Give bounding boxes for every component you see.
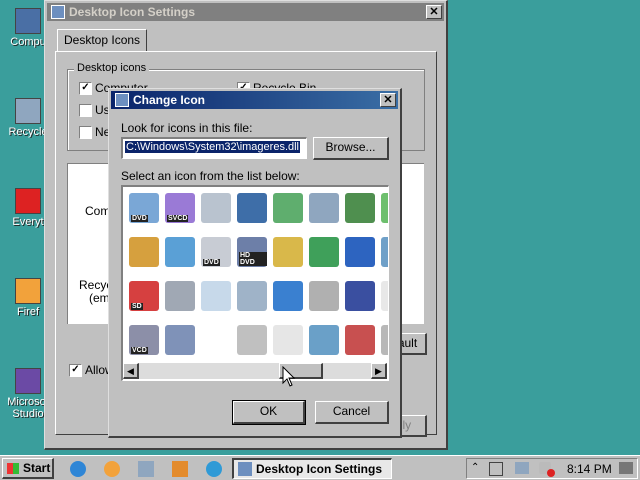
svcd-icon[interactable]: SVCD: [165, 193, 195, 223]
screen-check-icon[interactable]: [345, 193, 375, 223]
checkbox-user[interactable]: [79, 104, 92, 117]
chevron-up-icon[interactable]: ⌃: [471, 462, 479, 473]
icon-grid: DVD SVCD DVD HD DVD SD VCD: [123, 187, 388, 363]
checkbox-allow-themes[interactable]: ✓: [69, 364, 82, 377]
clock[interactable]: 8:14 PM: [567, 462, 612, 476]
look-for-icons-label: Look for icons in this file:: [121, 121, 253, 135]
file-path-selected-text: C:\Windows\System32\imageres.dll: [125, 141, 301, 153]
volume-muted-icon[interactable]: [539, 462, 555, 477]
cloud-icon[interactable]: [201, 281, 231, 311]
show-desktop-icon[interactable]: [619, 462, 633, 474]
window-title-bar[interactable]: Desktop Icon Settings ✕: [47, 3, 444, 21]
checkbox-computer[interactable]: ✓: [79, 82, 92, 95]
sync-globe-icon[interactable]: [309, 237, 339, 267]
group-label: Desktop icons: [74, 62, 150, 74]
sd-card-icon[interactable]: SD: [129, 281, 159, 311]
visual-studio-icon: [15, 368, 41, 394]
cancel-button[interactable]: Cancel: [315, 401, 389, 424]
scroll-right-button[interactable]: ▶: [371, 363, 387, 379]
icon-tag: VCD: [131, 347, 148, 354]
check-icon[interactable]: [381, 193, 388, 223]
network-icon[interactable]: [138, 461, 154, 477]
icon-tag: SD: [131, 303, 143, 310]
network-icon[interactable]: [381, 237, 388, 267]
icon-tag: HD DVD: [239, 252, 267, 266]
plus-icon[interactable]: [381, 281, 388, 311]
dvd-player-icon[interactable]: [165, 325, 195, 355]
network-tray-icon[interactable]: [515, 462, 529, 474]
flag-icon[interactable]: [489, 462, 503, 476]
recycle-bin-icon: [15, 98, 41, 124]
cd-icon[interactable]: [237, 325, 267, 355]
document-icon[interactable]: [273, 325, 303, 355]
windows-flag-icon[interactable]: [345, 237, 375, 267]
computer-icon: [15, 8, 41, 34]
media-icon[interactable]: [172, 461, 188, 477]
preview-label-empty: (em: [89, 291, 110, 305]
window-title: Desktop Icon Settings: [69, 5, 196, 19]
disc-icon[interactable]: [201, 193, 231, 223]
tab-desktop-icons[interactable]: Desktop Icons: [57, 29, 148, 52]
dialog-title-bar[interactable]: Change Icon ✕: [111, 91, 398, 109]
icon-tag: SVCD: [167, 215, 189, 222]
icon-tag: DVD: [131, 215, 148, 222]
firefox-icon[interactable]: [104, 461, 120, 477]
icon-tag: DVD: [203, 259, 220, 266]
change-icon-title-icon: [115, 93, 129, 107]
dialog-title: Change Icon: [133, 93, 206, 107]
headphones-icon[interactable]: [165, 281, 195, 311]
select-icon-label: Select an icon from the list below:: [121, 169, 300, 183]
firefox-icon: [15, 278, 41, 304]
install-icon[interactable]: [273, 237, 303, 267]
scroll-left-button[interactable]: ◀: [123, 363, 139, 379]
quick-launch: [70, 459, 230, 479]
ok-button[interactable]: OK: [232, 400, 306, 425]
ie-icon[interactable]: [273, 281, 303, 311]
start-label: Start: [23, 461, 51, 475]
hd-dvd-icon[interactable]: HD DVD: [237, 237, 267, 267]
settings-icon: [238, 462, 252, 476]
network-check-icon[interactable]: [273, 193, 303, 223]
file-path-input[interactable]: C:\Windows\System32\imageres.dll: [121, 137, 307, 159]
close-button[interactable]: ✕: [380, 93, 396, 107]
ie-icon[interactable]: [70, 461, 86, 477]
shortcut-icon[interactable]: [309, 281, 339, 311]
flower-icon[interactable]: [237, 281, 267, 311]
mouse-cursor-icon: [282, 366, 296, 387]
blank-icon[interactable]: [201, 325, 231, 355]
tools-icon[interactable]: [345, 281, 375, 311]
media-document-icon[interactable]: [129, 237, 159, 267]
vcd-icon[interactable]: VCD: [129, 325, 159, 355]
everything-icon: [15, 188, 41, 214]
task-button-desktop-icon-settings[interactable]: Desktop Icon Settings: [232, 458, 392, 479]
taskbar: Start Desktop Icon Settings ⌃ 8:14 PM: [0, 455, 640, 480]
settings-icon: [51, 5, 65, 19]
monitor-icon[interactable]: [237, 193, 267, 223]
image-icon[interactable]: [309, 325, 339, 355]
windows-logo-icon: [7, 463, 19, 474]
change-icon-dialog: Change Icon ✕ Look for icons in this fil…: [108, 88, 402, 438]
music-note-icon[interactable]: [165, 237, 195, 267]
photo-icon[interactable]: [345, 325, 375, 355]
dvd-icon[interactable]: DVD: [129, 193, 159, 223]
start-button[interactable]: Start: [2, 458, 54, 479]
recycle-bin-icon[interactable]: [309, 193, 339, 223]
close-button[interactable]: ✕: [426, 5, 442, 19]
system-tray: ⌃ 8:14 PM: [466, 458, 638, 479]
checkbox-network[interactable]: [79, 126, 92, 139]
globe-icon[interactable]: [206, 461, 222, 477]
task-label: Desktop Icon Settings: [256, 462, 383, 476]
icon-list[interactable]: DVD SVCD DVD HD DVD SD VCD ◀ ▶: [121, 185, 389, 381]
drive-icon[interactable]: [381, 325, 388, 355]
horizontal-scrollbar[interactable]: ◀ ▶: [123, 363, 387, 379]
browse-button[interactable]: Browse...: [313, 137, 389, 160]
dvd-disc-icon[interactable]: DVD: [201, 237, 231, 267]
